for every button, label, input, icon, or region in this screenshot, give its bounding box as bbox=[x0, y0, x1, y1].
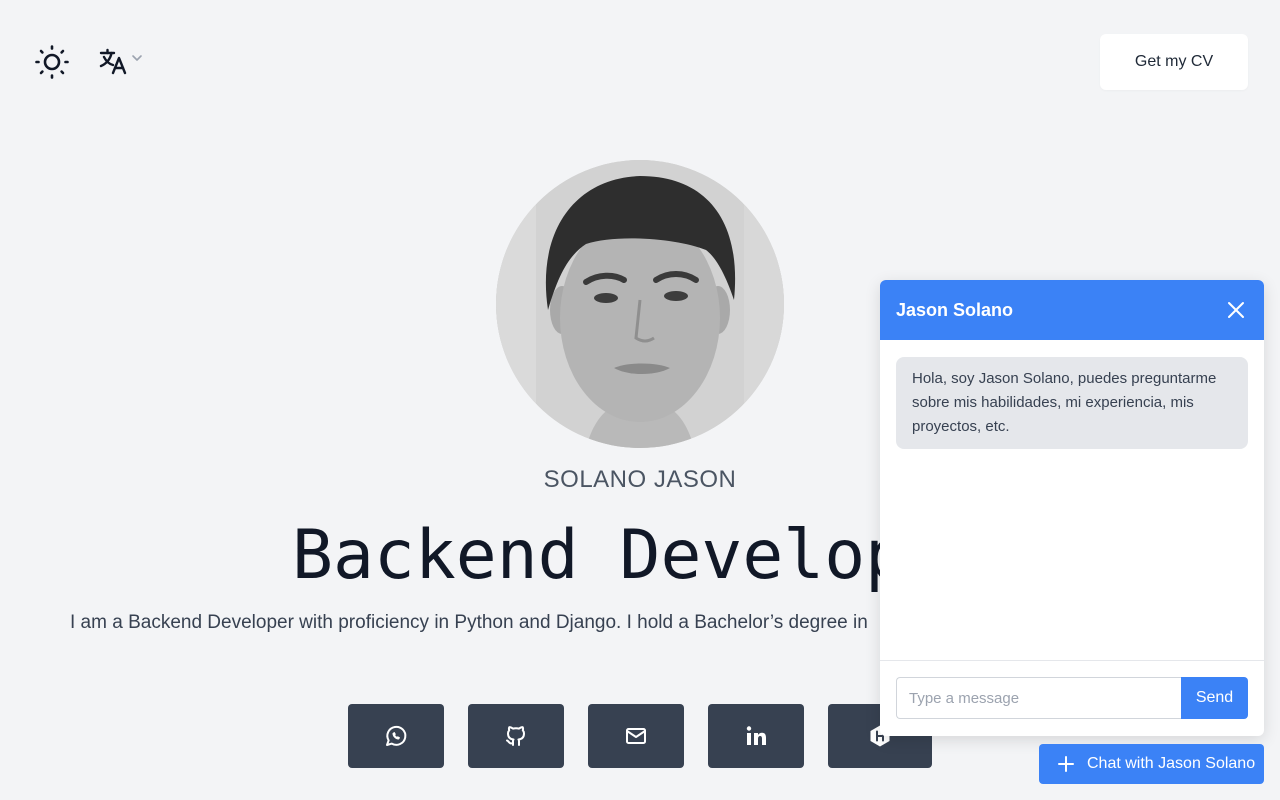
linkedin-icon bbox=[746, 726, 766, 745]
chat-header: Jason Solano bbox=[880, 280, 1264, 340]
sun-icon bbox=[35, 45, 69, 79]
whatsapp-icon bbox=[386, 725, 407, 746]
language-selector[interactable] bbox=[98, 46, 144, 76]
chat-message-input[interactable] bbox=[896, 677, 1181, 719]
bot-message: Hola, soy Jason Solano, puedes preguntar… bbox=[896, 357, 1248, 449]
chat-title: Jason Solano bbox=[896, 299, 1014, 320]
chat-launcher-button[interactable]: Chat with Jason Solano bbox=[1039, 744, 1264, 784]
close-icon bbox=[1228, 302, 1244, 318]
chat-send-button[interactable]: Send bbox=[1181, 677, 1248, 719]
chat-launcher-label: Chat with Jason Solano bbox=[1087, 755, 1256, 772]
linkedin-button[interactable] bbox=[708, 704, 804, 768]
profile-photo bbox=[496, 160, 784, 448]
chevron-down-icon bbox=[132, 55, 142, 61]
chat-input-row: Send bbox=[880, 661, 1264, 735]
github-button[interactable] bbox=[468, 704, 564, 768]
theme-toggle-button[interactable] bbox=[32, 42, 72, 82]
email-button[interactable] bbox=[588, 704, 684, 768]
chat-close-button[interactable] bbox=[1224, 298, 1248, 322]
chat-messages: Hola, soy Jason Solano, puedes preguntar… bbox=[880, 340, 1264, 661]
get-cv-button[interactable]: Get my CV bbox=[1100, 34, 1248, 90]
mail-icon bbox=[626, 728, 646, 744]
translate-icon bbox=[99, 48, 127, 75]
github-icon bbox=[506, 726, 525, 746]
plus-icon bbox=[1058, 756, 1074, 772]
chat-window: Jason Solano Hola, soy Jason Solano, pue… bbox=[880, 280, 1264, 736]
whatsapp-button[interactable] bbox=[348, 704, 444, 768]
